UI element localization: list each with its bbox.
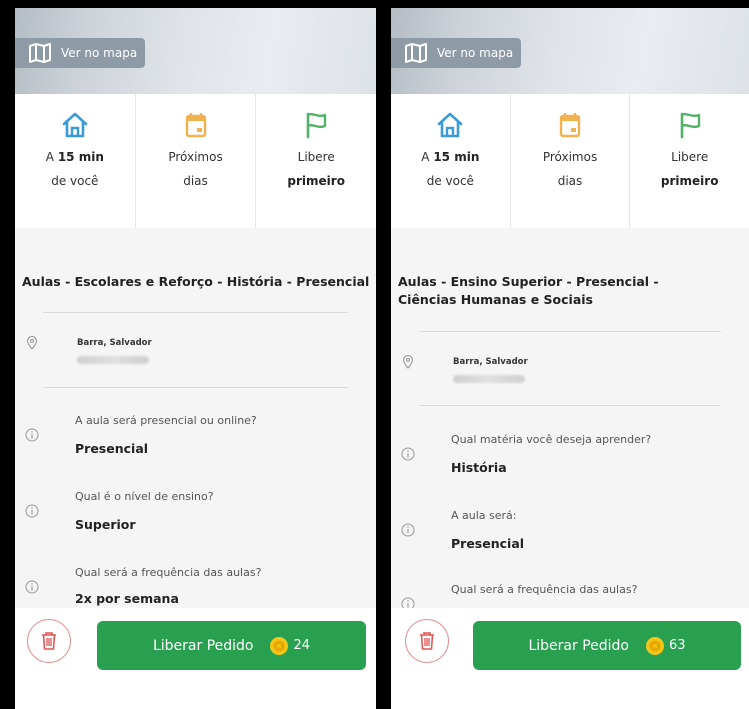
- flag-icon: [306, 112, 327, 139]
- map-preview[interactable]: Ver no mapa: [15, 8, 376, 94]
- view-on-map-label: Ver no mapa: [61, 46, 138, 60]
- discard-button[interactable]: [27, 619, 71, 663]
- house-icon: [438, 112, 463, 138]
- info-icon: [401, 523, 415, 537]
- blurred-address: [453, 375, 525, 383]
- feature-strip: A 15 min de você Próximos dias Libere pr…: [15, 94, 376, 228]
- house-icon: [62, 112, 88, 138]
- flag-icon: [680, 112, 700, 139]
- request-title: Aulas - Ensino Superior - Presencial - C…: [398, 274, 659, 307]
- view-on-map-label: Ver no mapa: [437, 46, 514, 60]
- map-preview[interactable]: Ver no mapa: [391, 8, 749, 94]
- feature-next-days: Próximos dias: [509, 94, 630, 228]
- calendar-icon: [185, 113, 206, 138]
- feature-free-first: Libere primeiro: [255, 94, 376, 228]
- discard-button[interactable]: [405, 619, 449, 663]
- blurred-address: [77, 356, 149, 364]
- info-icon: [401, 447, 415, 461]
- feature-strip: A 15 min de você Próximos dias Libere pr…: [391, 94, 749, 228]
- request-panel-left: Ver no mapa A 15 min de você Próximos di…: [15, 8, 376, 709]
- release-button-label: Liberar Pedido: [152, 637, 254, 654]
- location-pin-icon: [402, 355, 414, 369]
- map-icon: [405, 43, 427, 63]
- action-bar: Liberar Pedido 63: [391, 608, 749, 709]
- request-title: Aulas - Escolares e Reforço - História -…: [22, 274, 370, 289]
- feature-free-first: Libere primeiro: [629, 94, 749, 228]
- calendar-icon: [559, 113, 581, 138]
- feature-distance: A 15 min de você: [391, 94, 510, 228]
- request-panel-right: Ver no mapa A 15 min de você Próximos di…: [391, 8, 749, 709]
- location-pin-icon: [26, 336, 38, 350]
- info-icon: [25, 428, 39, 442]
- map-icon: [29, 43, 51, 63]
- release-button-label: Liberar Pedido: [528, 637, 629, 654]
- feature-distance: A 15 min de você: [15, 94, 135, 228]
- coin-count: 63: [668, 638, 686, 653]
- trash-icon: [420, 632, 434, 650]
- feature-next-days: Próximos dias: [134, 94, 256, 228]
- release-request-button[interactable]: Liberar Pedido 63: [473, 621, 741, 670]
- view-on-map-button[interactable]: Ver no mapa: [15, 38, 146, 68]
- info-icon: [25, 580, 39, 594]
- request-details: Aulas - Escolares e Reforço - História -…: [22, 274, 370, 606]
- action-bar: Liberar Pedido 24: [15, 608, 376, 709]
- request-details: Aulas - Ensino Superior - Presencial - C…: [391, 228, 749, 611]
- view-on-map-button[interactable]: Ver no mapa: [391, 38, 522, 68]
- coin-icon: [645, 636, 664, 655]
- trash-icon: [42, 632, 56, 650]
- info-icon: [25, 504, 39, 518]
- coin-icon: [270, 636, 289, 655]
- coin-count: 24: [293, 638, 311, 653]
- release-request-button[interactable]: Liberar Pedido 24: [97, 621, 366, 670]
